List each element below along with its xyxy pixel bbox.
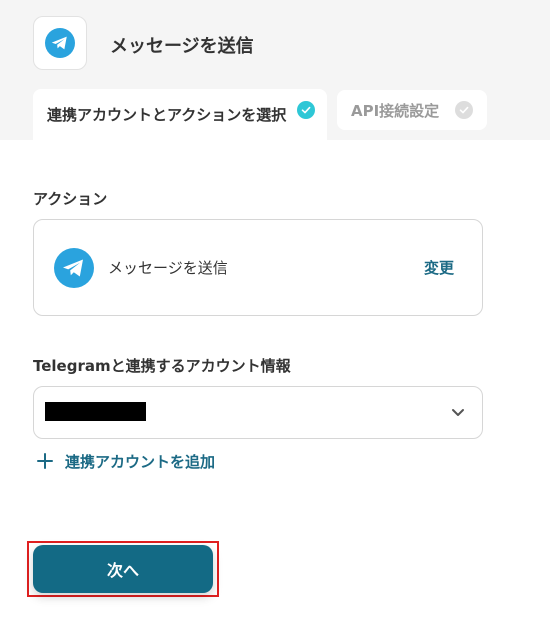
account-section-label: Telegramと連携するアカウント情報 bbox=[33, 357, 291, 375]
change-action-link[interactable]: 変更 bbox=[424, 257, 454, 278]
add-account-label: 連携アカウントを追加 bbox=[65, 452, 216, 471]
page-title: メッセージを送信 bbox=[110, 36, 254, 57]
action-section-label: アクション bbox=[33, 190, 108, 208]
next-button[interactable]: 次へ bbox=[33, 545, 213, 593]
plus-icon bbox=[37, 453, 53, 469]
redacted-account-value bbox=[45, 402, 146, 421]
chevron-down-icon bbox=[452, 409, 464, 416]
action-card: メッセージを送信 変更 bbox=[33, 219, 483, 316]
action-name: メッセージを送信 bbox=[108, 259, 228, 277]
check-circle-icon bbox=[455, 101, 473, 119]
tab-api-settings[interactable]: API接続設定 bbox=[337, 90, 487, 130]
account-select[interactable] bbox=[33, 386, 483, 439]
telegram-icon bbox=[54, 248, 94, 288]
app-icon-container bbox=[33, 16, 87, 70]
check-circle-icon bbox=[297, 101, 315, 119]
add-account-link[interactable]: 連携アカウントを追加 bbox=[37, 450, 215, 472]
telegram-icon bbox=[45, 28, 75, 58]
tab-label: 連携アカウントとアクションを選択 bbox=[47, 106, 287, 124]
tab-label: API接続設定 bbox=[351, 101, 440, 120]
tab-select-account-action[interactable]: 連携アカウントとアクションを選択 bbox=[33, 89, 327, 140]
